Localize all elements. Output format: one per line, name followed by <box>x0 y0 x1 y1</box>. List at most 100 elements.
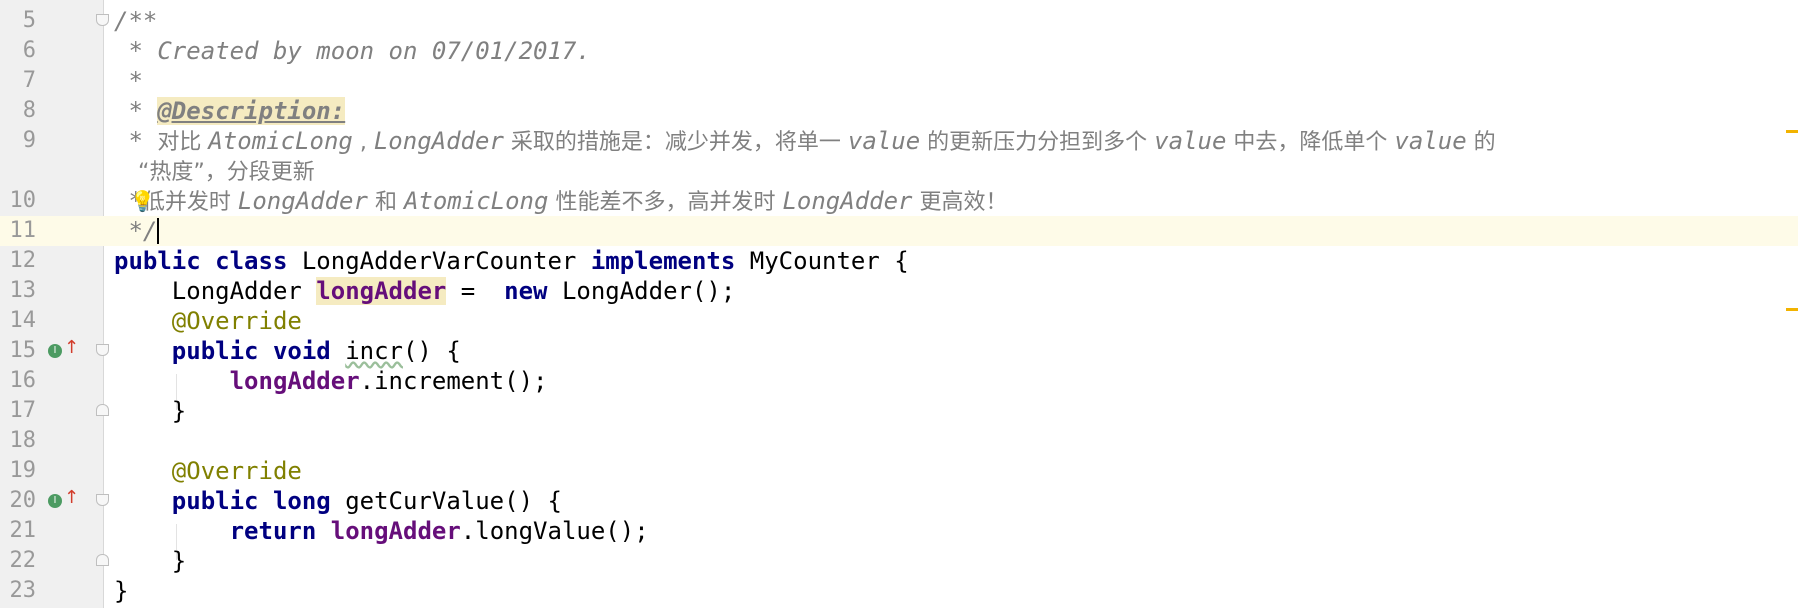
comment-code-ref: LongAdder <box>373 127 504 155</box>
code-text[interactable]: LongAdder longAdder = new LongAdder(); <box>114 276 735 306</box>
plain-code: LongAdder <box>114 277 317 305</box>
keyword: public class <box>114 247 302 275</box>
code-text[interactable]: longAdder.increment(); <box>114 366 548 396</box>
comment-text: 和 <box>367 190 404 215</box>
field-name: longAdder <box>316 277 447 305</box>
code-text[interactable]: * @Description: <box>114 96 346 126</box>
code-line[interactable]: 7 * <box>0 66 1798 96</box>
line-number: 12 <box>9 248 37 273</box>
code-text[interactable]: public long getCurValue() { <box>114 486 562 516</box>
line-number: 17 <box>9 398 37 423</box>
line-number: 7 <box>22 68 36 93</box>
keyword: return <box>114 517 331 545</box>
code-text[interactable]: } <box>114 546 186 576</box>
code-line[interactable]: 16 longAdder.increment(); <box>0 366 1798 396</box>
code-line[interactable]: 17 } <box>0 396 1798 426</box>
line-number: 16 <box>9 368 37 393</box>
code-line[interactable]: 18 <box>0 426 1798 456</box>
line-number: 21 <box>9 518 37 543</box>
field-name: longAdder <box>229 367 360 395</box>
comment-code-ref: LongAdder <box>237 187 368 215</box>
line-number: 15 <box>9 338 37 363</box>
plain-code: = <box>446 277 505 305</box>
line-number: 11 <box>9 218 37 243</box>
comment-text: 性能差不多，高并发时 <box>548 190 783 215</box>
line-number: 6 <box>22 38 36 63</box>
keyword: implements <box>590 247 750 275</box>
code-line-wrap[interactable]: “热度”，分段更新 <box>0 156 1798 186</box>
plain-code: MyCounter { <box>749 247 909 275</box>
plain-code: LongAdder(); <box>561 277 736 305</box>
code-text[interactable]: return longAdder.longValue(); <box>114 516 649 546</box>
line-number: 18 <box>9 428 37 453</box>
plain-code <box>114 367 230 395</box>
field-name: longAdder <box>330 517 461 545</box>
comment-text: 更高效！ <box>912 190 1008 215</box>
code-text[interactable]: * 对比 AtomicLong , LongAdder 采取的措施是：减少并发，… <box>114 126 1496 158</box>
line-number: 14 <box>9 308 37 333</box>
code-text[interactable]: *低并发时 LongAdder 和 AtomicLong 性能差不多，高并发时 … <box>114 186 1008 218</box>
code-line[interactable]: 14 @Override <box>0 306 1798 336</box>
comment-text: 采取的措施是：减少并发，将单一 <box>503 130 848 155</box>
line-number: 19 <box>9 458 37 483</box>
comment-code-ref: value <box>847 127 921 155</box>
line-number: 5 <box>22 8 36 33</box>
annotation[interactable]: @Override <box>114 306 302 336</box>
keyword: new <box>504 277 562 305</box>
plain-code: .increment(); <box>359 367 548 395</box>
code-line[interactable]: 6 * Created by moon on 07/01/2017. <box>0 36 1798 66</box>
comment-text: , <box>352 130 374 155</box>
line-number: 23 <box>9 578 37 603</box>
code-line[interactable]: 13 LongAdder longAdder = new LongAdder()… <box>0 276 1798 306</box>
line-number: 20 <box>9 488 37 513</box>
code-line[interactable]: 9 * 对比 AtomicLong , LongAdder 采取的措施是：减少并… <box>0 126 1798 156</box>
lightbulb-icon[interactable]: 💡 <box>130 186 155 216</box>
comment-code-ref: LongAdder <box>782 187 913 215</box>
keyword: public long <box>114 487 346 515</box>
code-text[interactable]: */ <box>114 216 157 246</box>
line-number: 9 <box>22 128 36 153</box>
doc-tag: @Description: <box>157 97 346 125</box>
comment-text: 中去，降低单个 <box>1226 130 1395 155</box>
comment-code-ref: AtomicLong <box>403 187 549 215</box>
code-text[interactable]: } <box>114 396 186 426</box>
code-line[interactable]: 10 *低并发时 LongAdder 和 AtomicLong 性能差不多，高并… <box>0 186 1798 216</box>
code-line[interactable]: 20 public long getCurValue() { <box>0 486 1798 516</box>
method-name: getCurValue() { <box>345 487 562 515</box>
plain-code: .longValue(); <box>460 517 649 545</box>
code-text[interactable]: } <box>114 576 128 606</box>
comment-text: “热度”，分段更新 <box>138 160 315 185</box>
line-number: 13 <box>9 278 37 303</box>
comment-text: * <box>114 97 158 125</box>
text-caret <box>157 218 159 244</box>
code-text[interactable]: public class LongAdderVarCounter impleme… <box>114 246 909 276</box>
code-text[interactable]: public void incr() { <box>114 336 461 366</box>
code-text[interactable]: * Created by moon on 07/01/2017. <box>114 36 590 66</box>
class-name: LongAdderVarCounter <box>301 247 591 275</box>
line-number: 8 <box>22 98 36 123</box>
comment-text: * <box>114 127 158 155</box>
comment-code-ref: value <box>1394 127 1467 155</box>
comment-code-ref: AtomicLong <box>208 127 353 155</box>
code-line[interactable]: 21 return longAdder.longValue(); <box>0 516 1798 546</box>
method-name: incr <box>345 337 403 365</box>
code-line[interactable]: 8 * @Description: <box>0 96 1798 126</box>
keyword: public void <box>114 337 346 365</box>
code-text[interactable]: “热度”，分段更新 <box>138 156 315 188</box>
annotation[interactable]: @Override <box>114 456 302 486</box>
code-line[interactable]: 23 } <box>0 576 1798 606</box>
comment-text: 低并发时 <box>142 190 238 215</box>
code-line[interactable]: 19 @Override <box>0 456 1798 486</box>
comment-text: 的 <box>1466 130 1496 155</box>
code-line[interactable]: 5 /** <box>0 6 1798 36</box>
code-line[interactable]: 15 public void incr() { <box>0 336 1798 366</box>
comment-text: 对比 <box>157 130 209 155</box>
plain-code: () { <box>402 337 461 365</box>
comment-code-ref: value <box>1154 127 1227 155</box>
code-line[interactable]: 12 public class LongAdderVarCounter impl… <box>0 246 1798 276</box>
code-text[interactable]: /** <box>114 6 157 36</box>
comment-text: 的更新压力分担到多个 <box>920 130 1155 155</box>
code-line[interactable]: 22 } <box>0 546 1798 576</box>
code-text[interactable]: * <box>114 66 142 96</box>
code-line-current[interactable]: 11 */ <box>0 216 1798 246</box>
